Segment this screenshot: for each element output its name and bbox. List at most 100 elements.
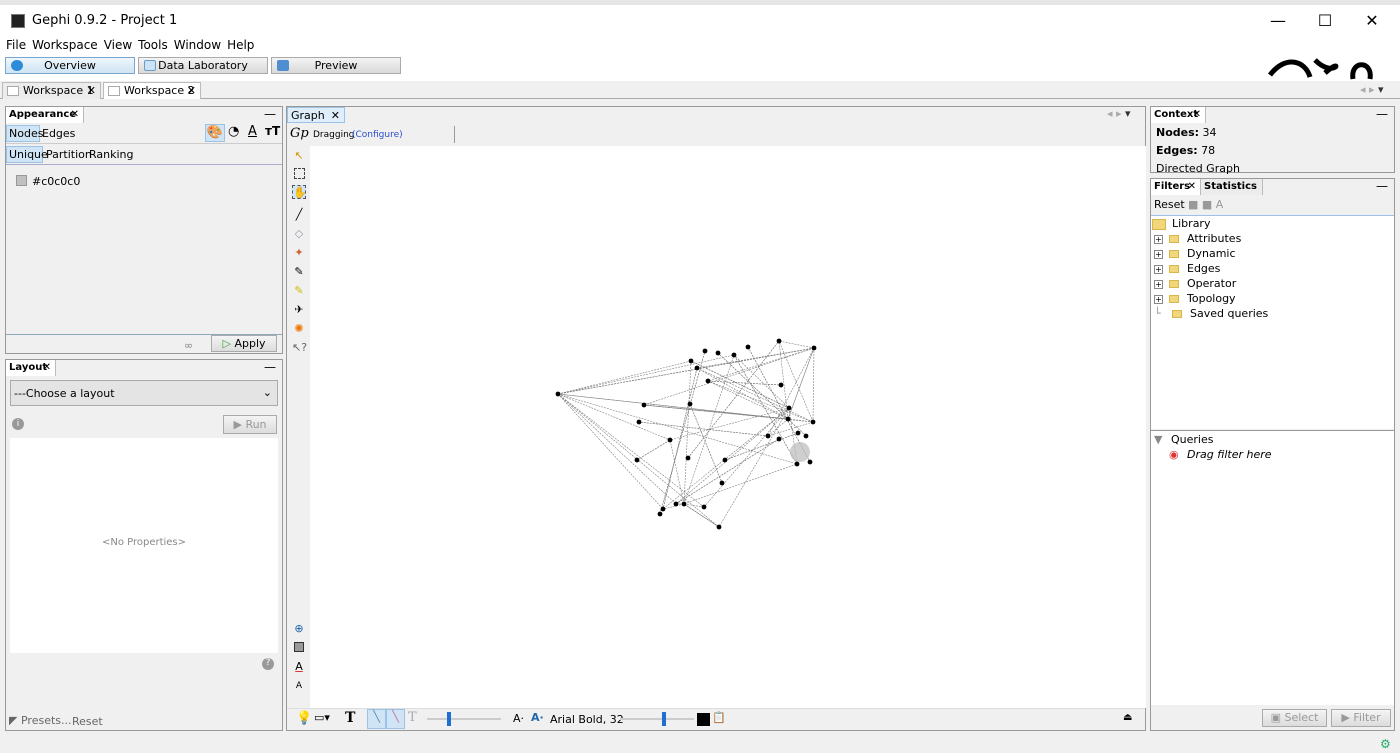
show-edges-icon[interactable]: ╲ [367,709,386,729]
zoom-icon[interactable]: ⊕ [292,622,306,636]
layout-select[interactable]: ---Choose a layout ⌄ [10,380,278,406]
configure-link[interactable]: (Configure) [352,130,403,140]
graph-node[interactable] [810,419,816,425]
graph-node[interactable] [803,433,809,439]
overview-button[interactable]: Overview [5,57,135,74]
panel-scroll-arrows[interactable]: ◂ ▸ ▾ [1107,107,1131,120]
label-color-swatch[interactable] [697,713,710,726]
graph-node[interactable] [785,416,791,422]
graph-node[interactable] [687,401,693,407]
graph-node[interactable] [702,348,708,354]
graph-node[interactable] [719,480,725,486]
apply-button[interactable]: ▷ Apply [211,335,277,352]
minimize-panel-button[interactable]: — [1376,179,1388,193]
graph-node[interactable] [657,511,663,517]
graph-node[interactable] [807,459,813,465]
brush-icon[interactable]: ╱ [292,208,306,222]
edge-pencil-icon[interactable]: ✎ [292,284,306,298]
tab-nodes[interactable]: Nodes [6,125,43,142]
menu-window[interactable]: Window [174,38,221,52]
tree-attributes[interactable]: + Attributes [1151,232,1394,247]
workspace-scroll-arrows[interactable]: ◂ ▸ ▾ [1360,83,1384,96]
graph-node[interactable] [786,405,792,411]
edge-labels-icon[interactable]: T [408,710,417,725]
tab-edges[interactable]: Edges [42,127,75,140]
tree-topology[interactable]: + Topology [1151,292,1394,307]
graph-node[interactable] [701,504,707,510]
size-icon[interactable]: ◔ [228,124,239,139]
link-icon[interactable]: ∞ [184,339,193,352]
background-color-icon[interactable] [294,642,304,652]
palette-icon[interactable]: 🎨 [205,124,225,142]
menu-workspace[interactable]: Workspace [32,38,98,52]
minimize-panel-button[interactable]: — [264,107,276,121]
minimize-panel-button[interactable]: — [264,360,276,374]
menu-help[interactable]: Help [227,38,254,52]
close-icon[interactable]: ✕ [187,83,196,98]
presets-button[interactable]: ◤ Presets... [9,714,72,727]
edge-scale-slider[interactable] [427,712,501,726]
drag-hand-icon[interactable]: ✋ [292,185,307,199]
label-size-icon[interactable]: тT [265,124,280,138]
rectangle-select-icon[interactable] [294,168,305,179]
graph-node[interactable] [555,391,561,397]
preview-button[interactable]: Preview [271,57,401,74]
menu-file[interactable]: File [6,38,26,52]
graph-node[interactable] [765,433,771,439]
data-laboratory-button[interactable]: Data Laboratory [138,57,268,74]
tab-partition[interactable]: Partition [46,148,92,161]
run-button[interactable]: ▶ Run [223,415,277,434]
tab-appearance[interactable]: Appearance ✕ [6,107,84,123]
graph-node[interactable] [688,358,694,364]
filter-button[interactable]: ▶ Filter [1331,709,1391,727]
label-color-icon[interactable]: A [248,124,257,139]
reset-layout-button[interactable]: Reset [72,715,103,728]
filter-toolbar-icons[interactable]: ■ ■ A [1188,198,1223,211]
tab-ranking[interactable]: Ranking [89,148,134,161]
tab-layout[interactable]: Layout ✕ [6,360,56,376]
graph-node[interactable] [745,344,751,350]
reset-filters-button[interactable]: Reset [1154,198,1185,211]
graph-node[interactable] [715,350,721,356]
select-button[interactable]: ▣ Select [1262,709,1327,727]
font-size-icon[interactable]: A· [513,712,524,725]
menu-tools[interactable]: Tools [138,38,168,52]
graph-node[interactable] [722,457,728,463]
graph-node[interactable] [667,437,673,443]
tab-workspace-1[interactable]: Workspace 1 ✕ [2,82,101,99]
label-color-icon[interactable]: A [292,660,306,674]
color-swatch[interactable] [16,175,27,186]
tree-edges[interactable]: + Edges [1151,262,1394,277]
select-arrow-icon[interactable]: ↖ [292,149,306,163]
graph-node[interactable] [681,501,687,507]
font-label[interactable]: Arial Bold, 32 [550,713,624,726]
pencil-icon[interactable]: ✎ [292,265,306,279]
library-node[interactable]: Library [1151,217,1394,232]
diamond-icon[interactable]: ◇ [292,227,306,241]
tab-workspace-2[interactable]: Workspace 2 ✕ [103,82,201,99]
screenshot-icon[interactable]: ▭▾ [314,711,330,724]
close-icon[interactable]: ✕ [87,83,96,98]
graph-node[interactable] [776,436,782,442]
minimize-button[interactable]: — [1258,11,1298,30]
graph-node[interactable] [634,457,640,463]
close-button[interactable]: ✕ [1352,11,1392,30]
minimize-panel-button[interactable]: — [1376,107,1388,121]
graph-node[interactable] [705,378,711,384]
label-scale-slider[interactable] [620,712,694,726]
shortest-path-icon[interactable]: ✈ [292,303,306,317]
font-color-icon[interactable]: A· [531,711,544,724]
tree-saved-queries[interactable]: └ Saved queries [1151,307,1394,322]
graph-node[interactable] [795,430,801,436]
tab-unique[interactable]: Unique [6,146,48,163]
show-labels-icon[interactable]: T [345,710,355,726]
info-icon[interactable]: i [12,418,24,430]
graph-node[interactable] [636,419,642,425]
tab-context[interactable]: Context ✕ [1151,107,1206,123]
queries-area[interactable]: ▼ Queries ◉ Drag filter here [1151,430,1394,705]
tab-graph[interactable]: Graph ✕ [287,107,345,123]
graph-node[interactable] [794,461,800,467]
graph-node[interactable] [641,402,647,408]
help-icon[interactable]: ? [262,658,274,670]
graph-node[interactable] [685,455,691,461]
